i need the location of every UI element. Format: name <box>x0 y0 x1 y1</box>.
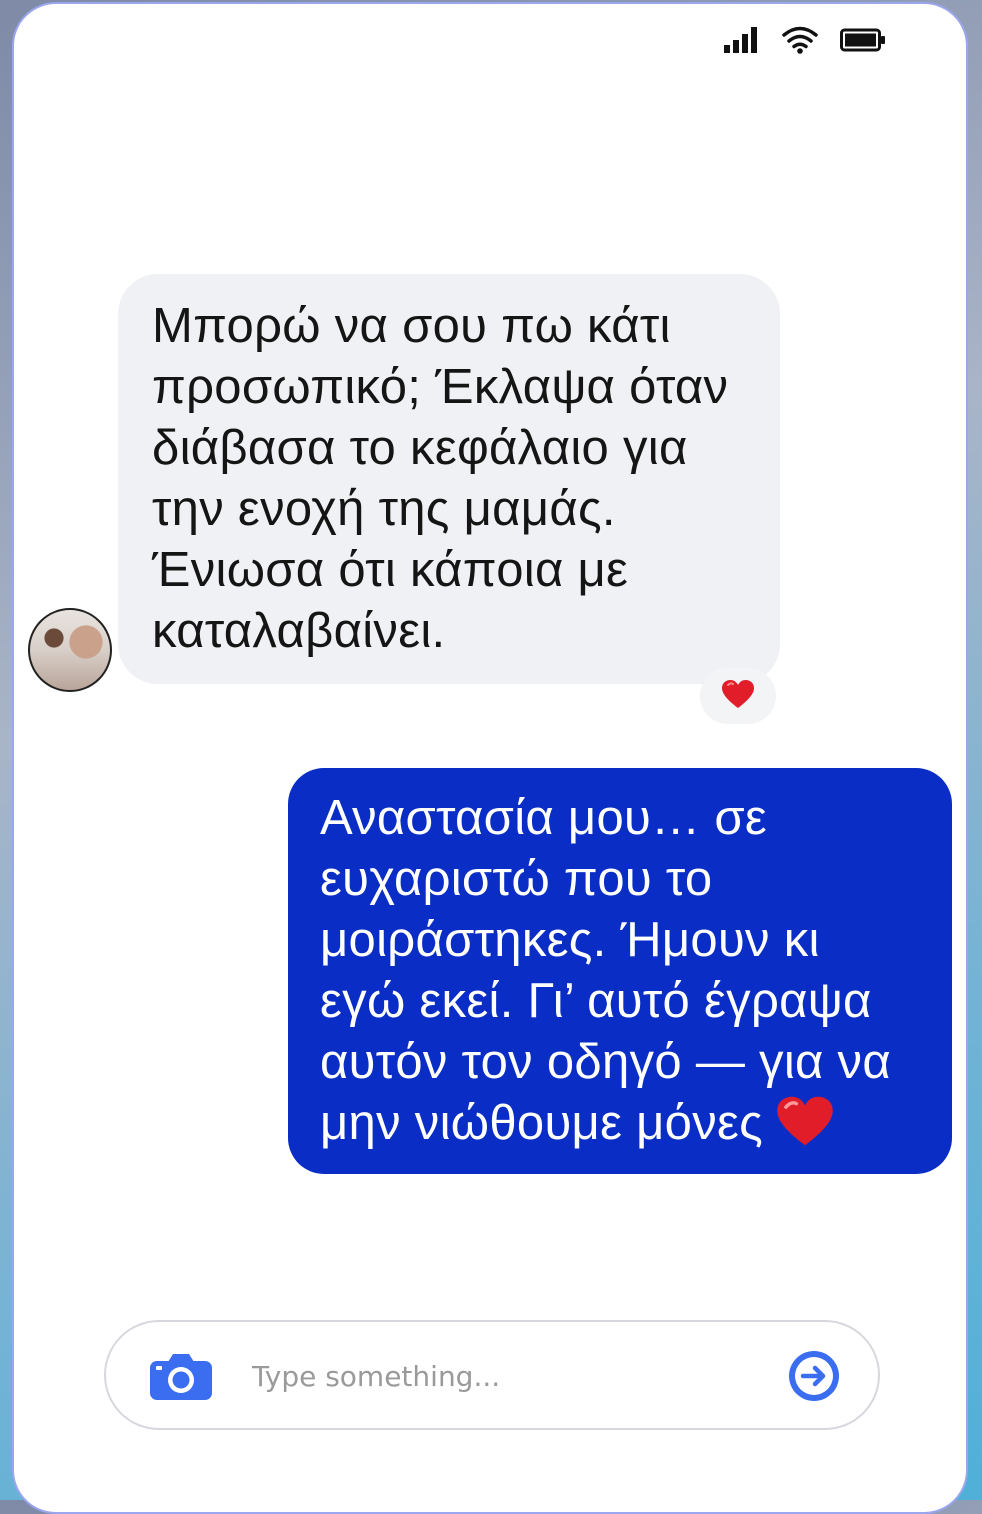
wifi-icon <box>782 26 818 54</box>
outgoing-message-bubble: Αναστασία μου… σε ευχαριστώ που το μοιρά… <box>288 768 952 1174</box>
red-heart-icon <box>721 679 755 714</box>
phone-frame: Μπορώ να σου πω κάτι προσωπικό; Έκλαψα ό… <box>12 2 968 1514</box>
status-bar <box>724 26 886 54</box>
incoming-message-bubble: Μπορώ να σου πω κάτι προσωπικό; Έκλαψα ό… <box>118 274 780 684</box>
camera-icon[interactable] <box>150 1352 212 1405</box>
message-input[interactable] <box>250 1346 774 1406</box>
incoming-message-text: Μπορώ να σου πω κάτι προσωπικό; Έκλαψα ό… <box>152 299 729 658</box>
battery-icon <box>840 28 886 52</box>
cellular-signal-icon <box>724 27 760 53</box>
arrow-right-circle-icon[interactable] <box>788 1350 840 1407</box>
message-reaction[interactable] <box>700 668 776 724</box>
red-heart-icon <box>775 1095 835 1162</box>
message-composer <box>104 1320 880 1430</box>
avatar[interactable] <box>28 608 112 692</box>
